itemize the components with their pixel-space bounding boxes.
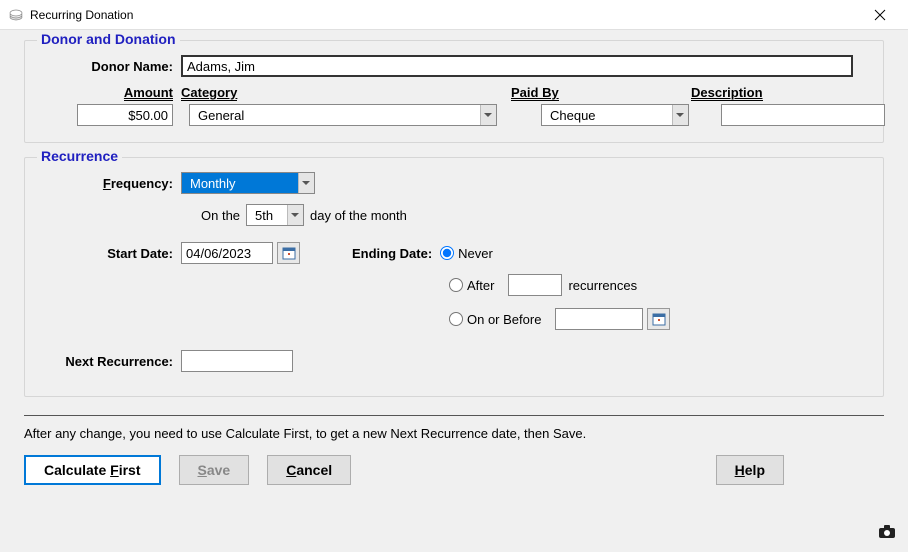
- calendar-icon: [652, 312, 666, 326]
- day-suffix-text: day of the month: [310, 208, 407, 223]
- start-date-label: Start Date:: [41, 246, 181, 261]
- cancel-button[interactable]: Cancel: [267, 455, 351, 485]
- donor-group-legend: Donor and Donation: [37, 31, 180, 47]
- onbefore-date-input[interactable]: [555, 308, 643, 330]
- category-select[interactable]: General: [189, 104, 497, 126]
- onbefore-calendar-button[interactable]: [647, 308, 670, 330]
- button-row: Calculate First Save Cancel Help: [24, 455, 884, 485]
- donor-donation-group: Donor and Donation Donor Name: Amount Ca…: [24, 40, 884, 143]
- recurrence-group: Recurrence Frequency: Monthly On the 5th…: [24, 157, 884, 397]
- frequency-label: Frequency:: [41, 176, 181, 191]
- recurrence-count-input[interactable]: [508, 274, 562, 296]
- recurrence-group-legend: Recurrence: [37, 148, 122, 164]
- start-date-calendar-button[interactable]: [277, 242, 300, 264]
- paidby-select[interactable]: Cheque: [541, 104, 689, 126]
- save-button[interactable]: Save: [179, 455, 250, 485]
- donor-name-label: Donor Name:: [41, 59, 181, 74]
- divider: [24, 415, 884, 416]
- next-recurrence-label: Next Recurrence:: [41, 354, 181, 369]
- donor-name-input[interactable]: [181, 55, 853, 77]
- help-button[interactable]: Help: [716, 455, 784, 485]
- next-recurrence-input[interactable]: [181, 350, 293, 372]
- paidby-header: Paid By: [511, 85, 691, 100]
- ending-after-label: After: [467, 278, 494, 293]
- category-header: Category: [181, 85, 511, 100]
- close-button[interactable]: [860, 0, 900, 30]
- app-icon: [8, 7, 24, 23]
- ending-never-radio[interactable]: [440, 246, 454, 260]
- calculate-first-button[interactable]: Calculate First: [24, 455, 161, 485]
- start-date-input[interactable]: [181, 242, 273, 264]
- amount-input[interactable]: [77, 104, 173, 126]
- on-the-text: On the: [201, 208, 240, 223]
- recurrences-suffix: recurrences: [568, 278, 637, 293]
- amount-header: Amount: [41, 85, 181, 100]
- ending-onbefore-label: On or Before: [467, 312, 541, 327]
- instruction-text: After any change, you need to use Calcul…: [24, 426, 884, 441]
- ending-after-radio[interactable]: [449, 278, 463, 292]
- window-title: Recurring Donation: [30, 8, 860, 22]
- ending-onbefore-radio[interactable]: [449, 312, 463, 326]
- description-input[interactable]: [721, 104, 885, 126]
- day-select[interactable]: 5th: [246, 204, 304, 226]
- close-icon: [874, 9, 886, 21]
- ending-never-label: Never: [458, 246, 493, 261]
- frequency-select[interactable]: Monthly: [181, 172, 315, 194]
- calendar-icon: [282, 246, 296, 260]
- camera-icon: [878, 524, 896, 542]
- description-header: Description: [691, 85, 861, 100]
- titlebar: Recurring Donation: [0, 0, 908, 30]
- ending-date-label: Ending Date:: [352, 246, 432, 261]
